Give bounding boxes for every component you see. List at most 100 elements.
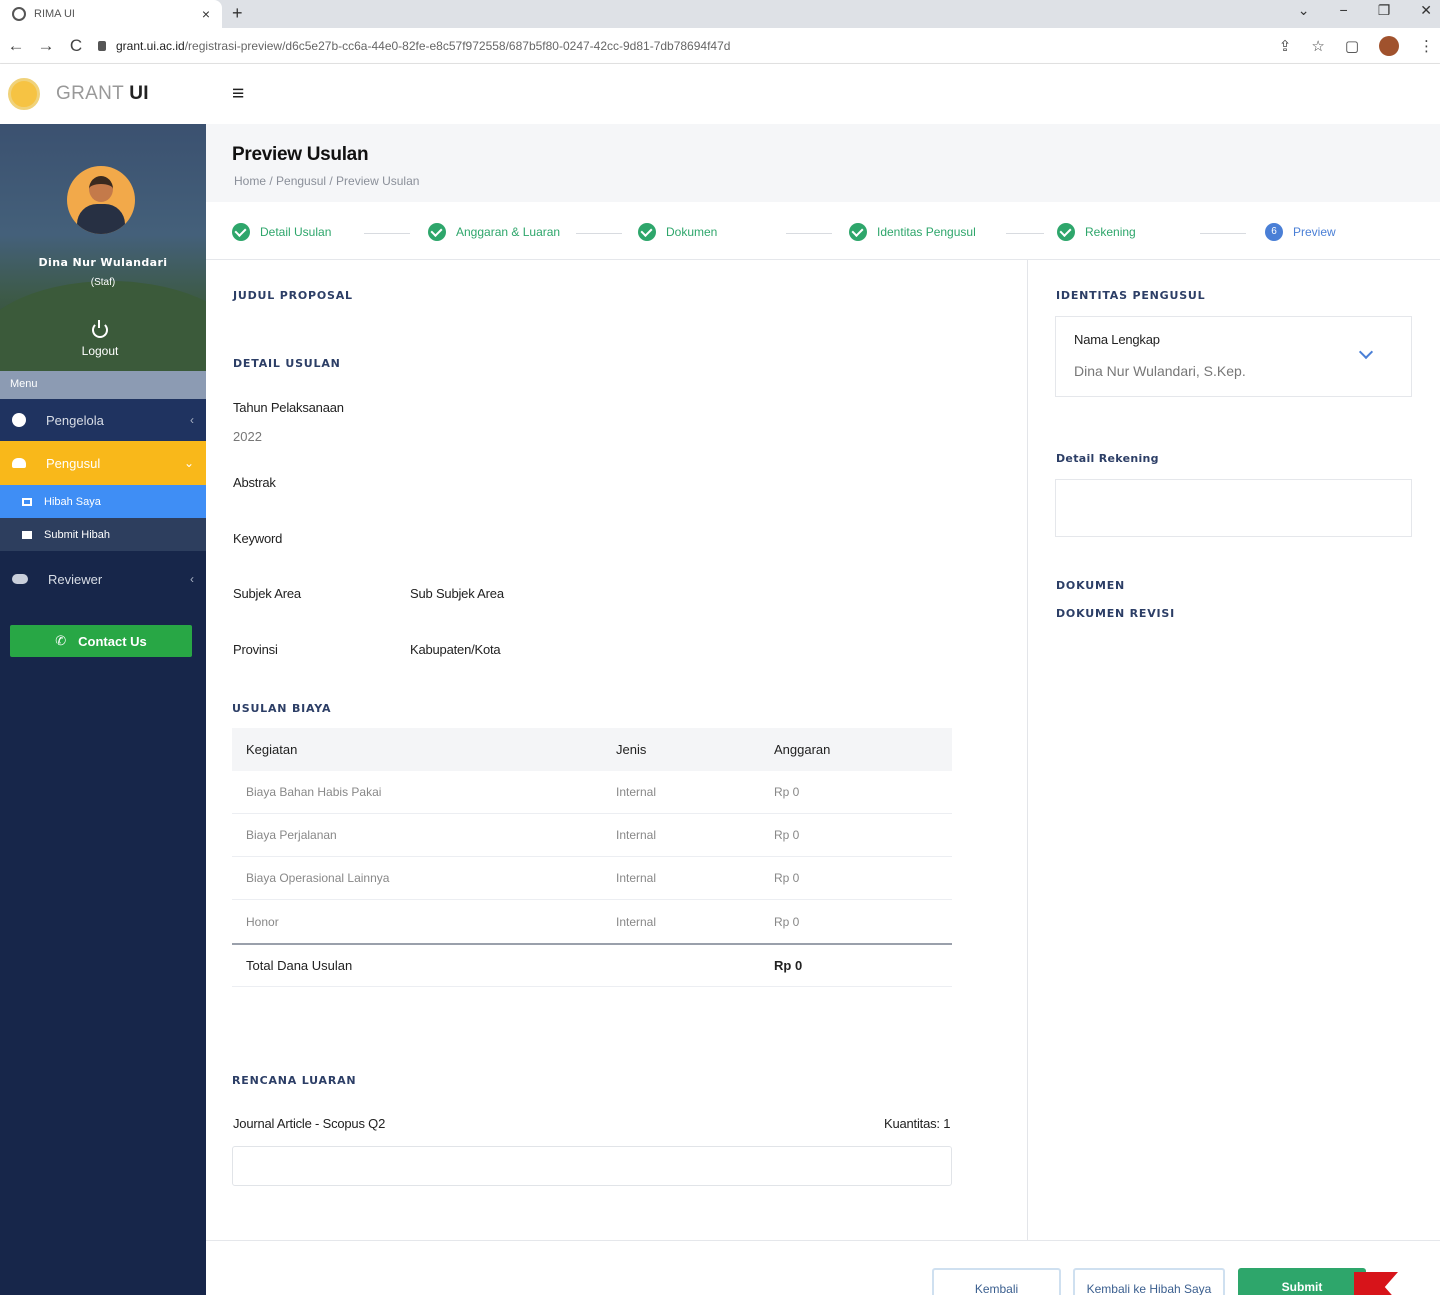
keyword-label: Keyword — [233, 531, 283, 546]
back-button[interactable]: ← — [2, 36, 30, 56]
contact-us-label: Contact Us — [78, 633, 147, 649]
flag-ribbon-icon — [1354, 1272, 1398, 1295]
cell-jenis: Internal — [616, 871, 657, 885]
table-row: Biaya Perjalanan Internal Rp 0 — [232, 814, 952, 857]
cell-kegiatan: Biaya Operasional Lainnya — [246, 871, 390, 885]
sidebar-item-reviewer[interactable]: Reviewer ‹ — [0, 555, 206, 603]
cell-anggaran: Rp 0 — [774, 785, 800, 799]
subitem-label: Hibah Saya — [44, 495, 101, 508]
cell-kegiatan: Biaya Perjalanan — [246, 828, 337, 842]
lock-icon — [98, 40, 106, 51]
step-identitas-pengusul[interactable]: Identitas Pengusul — [849, 223, 976, 241]
chevron-down-icon[interactable] — [1358, 344, 1374, 360]
brand-suffix: UI — [129, 83, 149, 104]
profile-name: Dina Nur Wulandari — [38, 256, 168, 269]
sidebar-item-pengusul[interactable]: Pengusul ⌄ — [0, 441, 206, 485]
wizard-stepper: Detail Usulan Anggaran & Luaran Dokumen … — [206, 202, 1440, 260]
forward-button[interactable]: → — [32, 36, 60, 56]
kembali-button[interactable]: Kembali — [932, 1268, 1061, 1295]
users-icon — [12, 458, 26, 468]
sub-subjek-area-label: Sub Subjek Area — [410, 586, 504, 601]
side-panel-icon[interactable]: ▢ — [1345, 37, 1359, 55]
step-connector — [364, 233, 410, 234]
cell-jenis: Internal — [616, 785, 657, 799]
judul-proposal-title: JUDUL PROPOSAL — [233, 289, 353, 302]
breadcrumb[interactable]: Home / Pengusul / Preview Usulan — [234, 174, 419, 188]
kembali-ke-hibah-saya-button[interactable]: Kembali ke Hibah Saya — [1073, 1268, 1225, 1295]
bookmark-star-icon[interactable]: ☆ — [1311, 37, 1324, 55]
new-tab-button[interactable]: + — [232, 3, 243, 24]
image-icon — [22, 530, 32, 539]
profile-panel: Dina Nur Wulandari (Staf) Logout — [0, 124, 206, 371]
submit-button[interactable]: Submit — [1238, 1268, 1366, 1295]
rencana-luaran-title: RENCANA LUARAN — [232, 1074, 357, 1087]
step-label: Identitas Pengusul — [877, 225, 976, 239]
profile-role: (Staf) — [90, 277, 116, 288]
share-icon[interactable]: ⇪ — [1279, 37, 1292, 55]
total-value: Rp 0 — [774, 958, 803, 973]
page-header: Preview Usulan Home / Pengusul / Preview… — [206, 124, 1440, 202]
brand-prefix: GRANT — [56, 83, 124, 104]
subjek-area-label: Subjek Area — [233, 586, 301, 601]
browser-actions: ⇪ ☆ ▢ ⋮ — [1279, 36, 1434, 56]
page-title: Preview Usulan — [232, 144, 369, 165]
provinsi-label: Provinsi — [233, 642, 278, 657]
check-circle-icon — [849, 223, 867, 241]
check-circle-icon — [428, 223, 446, 241]
step-connector — [1006, 233, 1044, 234]
minimize-button[interactable]: − — [1340, 2, 1348, 19]
url-host: grant.ui.ac.id — [116, 38, 185, 53]
chevron-left-icon: ‹ — [190, 413, 194, 427]
close-window-button[interactable]: ✕ — [1420, 2, 1432, 19]
sidebar-subitem-submit-hibah[interactable]: Submit Hibah — [0, 518, 206, 551]
logout-link[interactable]: Logout — [0, 344, 200, 358]
cell-anggaran: Rp 0 — [774, 914, 800, 929]
cell-jenis: Internal — [616, 914, 657, 929]
tab-close-icon[interactable]: × — [202, 6, 210, 22]
total-label: Total Dana Usulan — [246, 958, 353, 973]
restore-button[interactable]: ❐ — [1378, 2, 1391, 19]
detail-rekening-title: Detail Rekening — [1056, 452, 1159, 465]
step-connector — [786, 233, 832, 234]
address-field[interactable]: grant.ui.ac.id /registrasi-preview/d6c5e… — [98, 39, 730, 53]
identity-accordion[interactable]: Nama Lengkap Dina Nur Wulandari, S.Kep. — [1055, 316, 1412, 397]
step-anggaran-luaran[interactable]: Anggaran & Luaran — [428, 223, 560, 241]
subitem-label: Submit Hibah — [44, 528, 111, 541]
sidebar-item-label: Pengusul — [46, 455, 101, 471]
step-label: Dokumen — [666, 225, 718, 239]
detail-usulan-title: DETAIL USULAN — [233, 357, 341, 370]
window-controls: ⌄ − ❐ ✕ — [1298, 2, 1432, 19]
chevron-down-icon: ⌄ — [183, 456, 194, 470]
brand[interactable]: GRANT UI — [56, 83, 149, 105]
step-dokumen[interactable]: Dokumen — [638, 223, 717, 241]
ui-logo-icon — [8, 78, 40, 110]
luaran-quantity: Kuantitas: 1 — [884, 1116, 951, 1131]
step-rekening[interactable]: Rekening — [1057, 223, 1136, 241]
luaran-detail-box — [232, 1146, 952, 1186]
browser-tab[interactable]: RIMA UI × — [0, 0, 222, 28]
power-icon[interactable] — [92, 320, 108, 338]
avatar — [67, 166, 135, 234]
user-circle-icon — [12, 413, 26, 427]
sidebar-subitem-hibah-saya[interactable]: Hibah Saya — [0, 485, 206, 518]
sidebar-item-pengelola[interactable]: Pengelola ‹ — [0, 399, 206, 441]
profile-avatar-icon[interactable] — [1379, 36, 1399, 56]
step-preview[interactable]: 6 Preview — [1265, 223, 1336, 241]
table-row: Biaya Operasional Lainnya Internal Rp 0 — [232, 857, 952, 900]
step-label: Rekening — [1085, 225, 1136, 239]
hamburger-menu-icon[interactable]: ≡ — [232, 82, 244, 106]
step-detail-usulan[interactable]: Detail Usulan — [232, 223, 331, 241]
contact-us-button[interactable]: ✆ Contact Us — [10, 625, 192, 657]
cell-anggaran: Rp 0 — [774, 871, 800, 885]
browser-toolbar: ← → C grant.ui.ac.id /registrasi-preview… — [0, 28, 1440, 64]
tab-search-icon[interactable]: ⌄ — [1298, 2, 1310, 19]
table-header: Kegiatan Jenis Anggaran — [232, 728, 952, 771]
monitor-icon — [22, 497, 32, 506]
usulan-biaya-title: USULAN BIAYA — [232, 702, 332, 715]
submenu-pengusul: Hibah Saya Submit Hibah — [0, 485, 206, 551]
sidebar-item-label: Pengelola — [46, 412, 104, 428]
more-menu-icon[interactable]: ⋮ — [1419, 37, 1434, 55]
reload-button[interactable]: C — [62, 36, 90, 56]
column-divider — [1027, 260, 1028, 1240]
column-header-anggaran: Anggaran — [774, 742, 831, 757]
